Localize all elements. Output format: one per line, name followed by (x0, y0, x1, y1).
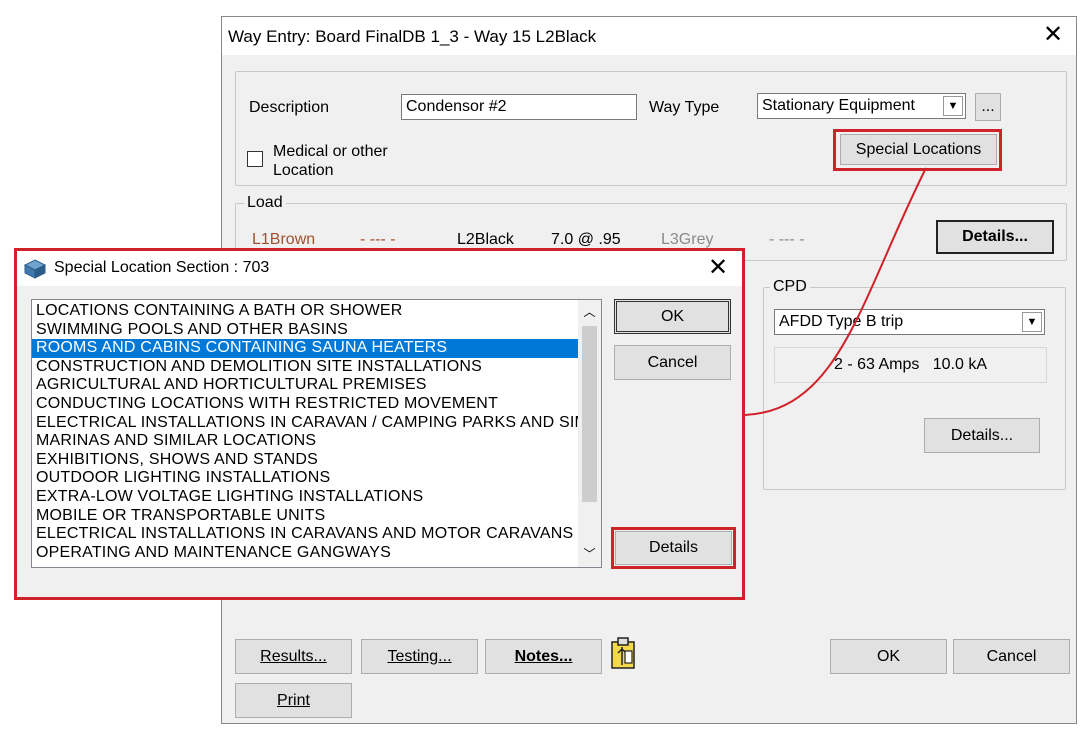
way-type-browse-button[interactable]: ... (975, 93, 1001, 121)
way-type-select[interactable]: Stationary Equipment ▼ (757, 93, 966, 119)
way-type-value: Stationary Equipment (762, 97, 915, 114)
special-location-cancel-button[interactable]: Cancel (614, 345, 731, 380)
cpd-details-button[interactable]: Details... (924, 418, 1040, 453)
notes-label: Notes... (514, 647, 573, 665)
cpd-type-select[interactable]: AFDD Type B trip ▼ (774, 309, 1045, 335)
special-location-titlebar[interactable]: Special Location Section : 703 ✕ (17, 251, 742, 286)
way-entry-title: Way Entry: Board FinalDB 1_3 - Way 15 L2… (228, 27, 597, 46)
special-location-ok-button[interactable]: OK (614, 299, 731, 334)
close-icon[interactable]: ✕ (701, 256, 735, 284)
description-input[interactable]: Condensor #2 (401, 94, 637, 120)
chevron-down-icon[interactable]: ▼ (943, 96, 963, 116)
chevron-down-icon[interactable]: ﹀ (578, 544, 601, 564)
l3-value: - --- - (769, 231, 805, 248)
list-item[interactable]: ELECTRICAL INSTALLATIONS IN CARAVANS AND… (32, 525, 578, 544)
print-button[interactable]: Print (235, 683, 352, 718)
clipboard-icon[interactable] (608, 635, 640, 671)
special-location-items: LOCATIONS CONTAINING A BATH OR SHOWER SWI… (32, 302, 593, 563)
special-locations-button[interactable]: Special Locations (840, 134, 997, 165)
load-details-button[interactable]: Details... (936, 220, 1054, 254)
list-item[interactable]: CONDUCTING LOCATIONS WITH RESTRICTED MOV… (32, 395, 578, 414)
results-button[interactable]: Results... (235, 639, 352, 674)
l1-label: L1Brown (252, 231, 316, 248)
list-item[interactable]: SWIMMING POOLS AND OTHER BASINS (32, 321, 578, 340)
list-item[interactable]: ELECTRICAL INSTALLATIONS IN CARAVAN / CA… (32, 414, 593, 433)
special-location-ok-label: OK (660, 307, 685, 325)
way-entry-titlebar[interactable]: Way Entry: Board FinalDB 1_3 - Way 15 L2… (222, 17, 1076, 55)
medical-label-line2: Location (273, 162, 334, 179)
cpd-group-label: CPD (770, 278, 810, 296)
l2-label: L2Black (457, 231, 514, 248)
scrollbar-thumb[interactable] (582, 326, 597, 502)
cpd-type-value: AFDD Type B trip (779, 313, 904, 330)
cancel-button[interactable]: Cancel (953, 639, 1070, 674)
chevron-down-icon[interactable]: ▼ (1022, 312, 1042, 332)
list-item[interactable]: LOCATIONS CONTAINING A BATH OR SHOWER (32, 302, 578, 321)
testing-button[interactable]: Testing... (361, 639, 478, 674)
results-label: Results... (260, 647, 327, 665)
way-type-label: Way Type (649, 99, 720, 116)
notes-button[interactable]: Notes... (485, 639, 602, 674)
list-item[interactable]: CONSTRUCTION AND DEMOLITION SITE INSTALL… (32, 358, 578, 377)
list-item[interactable]: EXTRA-LOW VOLTAGE LIGHTING INSTALLATIONS (32, 488, 578, 507)
description-label: Description (249, 99, 330, 116)
list-item[interactable]: OPERATING AND MAINTENANCE GANGWAYS (32, 544, 578, 563)
list-item[interactable]: ROOMS AND CABINS CONTAINING SAUNA HEATER… (32, 339, 578, 358)
cpd-details-label: Details... (950, 426, 1014, 444)
cpd-rating-box: 2 - 63 Amps 10.0 kA (774, 347, 1047, 383)
load-details-label: Details... (962, 228, 1028, 245)
l2-value: 7.0 @ .95 (551, 231, 621, 248)
print-label: Print (277, 691, 310, 709)
l1-value: - --- - (360, 231, 396, 248)
chevron-up-icon[interactable]: ︿ (578, 302, 601, 322)
close-icon[interactable]: ✕ (1036, 23, 1070, 51)
cpd-rating: 2 - 63 Amps 10.0 kA (834, 356, 987, 373)
medical-label-line1: Medical or other (273, 143, 388, 160)
list-scrollbar[interactable]: ︿ ﹀ (578, 300, 601, 567)
ok-button[interactable]: OK (830, 639, 947, 674)
special-location-dialog: Special Location Section : 703 ✕ LOCATIO… (17, 251, 742, 597)
list-item[interactable]: AGRICULTURAL AND HORTICULTURAL PREMISES (32, 376, 578, 395)
medical-checkbox[interactable] (247, 151, 263, 167)
load-group-label: Load (244, 194, 286, 212)
special-location-details-button[interactable]: Details (615, 531, 732, 565)
special-location-list[interactable]: LOCATIONS CONTAINING A BATH OR SHOWER SWI… (31, 299, 602, 568)
list-item[interactable]: MARINAS AND SIMILAR LOCATIONS (32, 432, 578, 451)
list-item[interactable]: EXHIBITIONS, SHOWS AND STANDS (32, 451, 578, 470)
app-logo-icon (23, 259, 47, 279)
list-item[interactable]: MOBILE OR TRANSPORTABLE UNITS (32, 507, 578, 526)
special-location-details-label: Details (649, 539, 698, 556)
testing-label: Testing... (387, 647, 452, 665)
special-location-cancel-label: Cancel (647, 353, 698, 371)
l3-label: L3Grey (661, 231, 714, 248)
special-location-title: Special Location Section : 703 (54, 259, 270, 276)
list-item[interactable]: OUTDOOR LIGHTING INSTALLATIONS (32, 469, 578, 488)
